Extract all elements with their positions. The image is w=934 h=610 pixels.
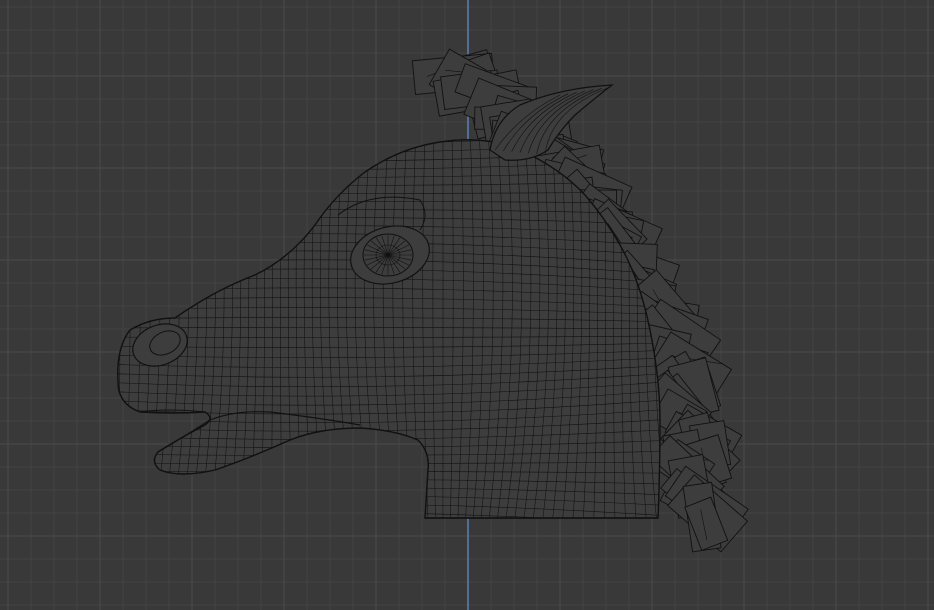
head-surface — [117, 139, 661, 519]
3d-viewport[interactable] — [0, 0, 934, 610]
wire-loop — [117, 139, 660, 145]
wire-loop — [100, 521, 670, 536]
wire-loop — [117, 139, 121, 519]
viewport-canvas[interactable] — [0, 0, 934, 610]
wire-loop — [100, 530, 670, 545]
eye-radial-wires — [364, 235, 412, 275]
